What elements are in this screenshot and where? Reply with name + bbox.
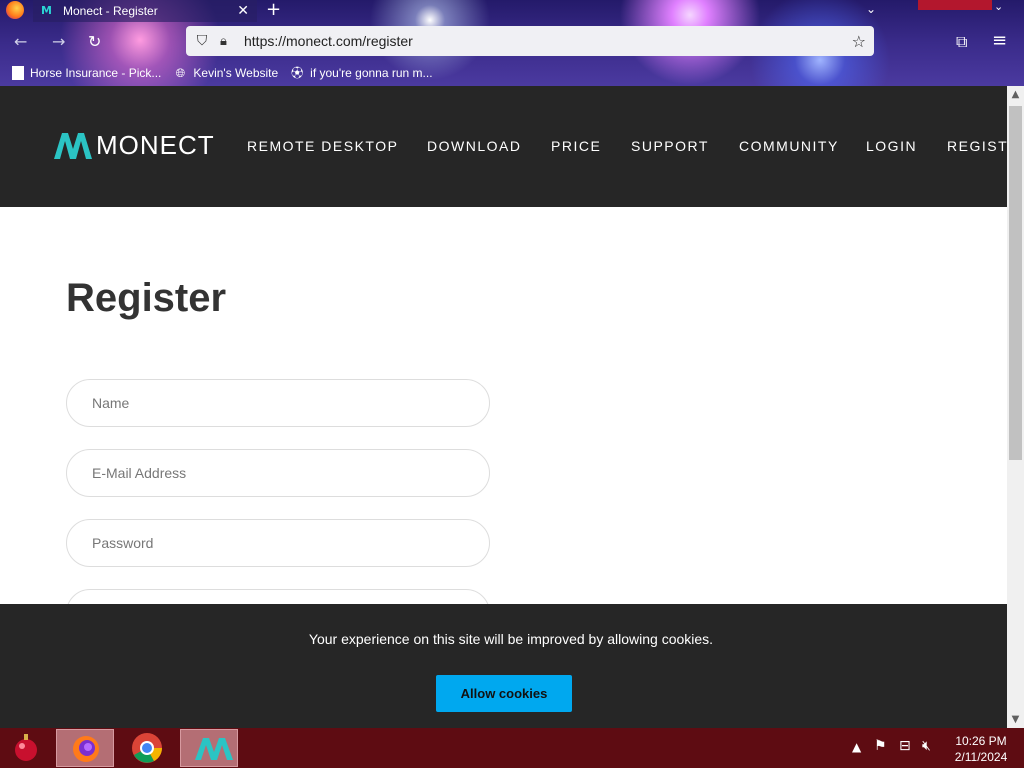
email-field[interactable]	[66, 449, 490, 497]
network-icon[interactable]: ⊟	[899, 738, 911, 754]
page-icon	[12, 66, 24, 80]
site-header: MONECT REMOTE DESKTOP DOWNLOAD PRICE SUP…	[0, 86, 1007, 207]
taskbar: ▲ ⚑ ⊟ 🔇︎ 10:26 PM 2/11/2024	[0, 728, 1024, 768]
tab-title: Monect - Register	[63, 4, 158, 18]
nav-download[interactable]: DOWNLOAD	[427, 138, 521, 154]
close-icon[interactable]: ✕	[237, 3, 249, 19]
bookmark-gonna-run[interactable]: ⚽︎ if you're gonna run m...	[290, 66, 432, 80]
password-field[interactable]	[66, 519, 490, 567]
taskbar-firefox[interactable]	[56, 729, 114, 767]
address-bar[interactable]: ⛉ 🔒︎ https://monect.com/register ☆	[186, 26, 874, 56]
shield-icon[interactable]: ⛉	[194, 33, 210, 49]
window-close-area[interactable]	[918, 0, 992, 10]
tray-expand-arrow-icon[interactable]: ▲	[852, 740, 861, 754]
bookmarks-bar: Horse Insurance - Pick... 🌐︎ Kevin's Web…	[0, 62, 1024, 84]
window-menu-icon[interactable]: ⌄	[994, 0, 1003, 13]
monect-logo-icon	[54, 132, 92, 159]
firefox-logo-icon	[6, 1, 24, 19]
monect-favicon-icon: M	[41, 4, 52, 17]
nav-support[interactable]: SUPPORT	[631, 138, 709, 154]
taskbar-chrome[interactable]	[118, 729, 176, 767]
cookie-message: Your experience on this site will be imp…	[308, 631, 714, 647]
logo-text: MONECT	[96, 130, 215, 160]
chevron-down-icon[interactable]: ⌄	[866, 2, 876, 16]
chrome-icon	[132, 733, 162, 763]
navigation-toolbar: ← → ↻ ⛉ 🔒︎ https://monect.com/register ☆…	[0, 26, 1024, 58]
clock-time: 10:26 PM	[955, 734, 1007, 748]
name-field[interactable]	[66, 379, 490, 427]
monect-app-icon	[195, 738, 233, 760]
hamburger-menu-icon[interactable]: ≡	[992, 30, 1007, 51]
bookmark-label: Kevin's Website	[193, 66, 279, 80]
tab-strip: M Monect - Register ✕ + ⌄ ⌄	[0, 0, 1024, 24]
start-button-icon[interactable]	[10, 732, 42, 764]
nav-login[interactable]: LOGIN	[866, 138, 917, 154]
page-title: Register	[66, 276, 227, 320]
new-tab-button[interactable]: +	[266, 0, 281, 20]
scroll-up-arrow-icon[interactable]: ▲	[1007, 86, 1024, 103]
lock-icon[interactable]: 🔒︎	[220, 34, 234, 49]
forward-arrow-icon[interactable]: →	[52, 32, 65, 51]
cookie-banner: Your experience on this site will be imp…	[0, 604, 1007, 728]
allow-cookies-button[interactable]: Allow cookies	[436, 675, 572, 712]
bookmark-horse-insurance[interactable]: Horse Insurance - Pick...	[12, 66, 161, 80]
scrollbar-thumb[interactable]	[1009, 106, 1022, 460]
globe-icon: 🌐︎	[175, 66, 186, 80]
scroll-down-arrow-icon[interactable]: ▼	[1007, 711, 1024, 728]
reload-icon[interactable]: ↻	[88, 32, 101, 51]
star-icon[interactable]: ☆	[852, 32, 866, 51]
site-logo[interactable]: MONECT	[54, 130, 215, 161]
nav-price[interactable]: PRICE	[551, 138, 601, 154]
clock-date: 2/11/2024	[954, 750, 1008, 764]
nav-register[interactable]: REGIST	[947, 138, 1007, 154]
firefox-icon	[73, 736, 99, 762]
extensions-icon[interactable]: ⧉	[956, 32, 967, 52]
speaker-muted-icon[interactable]: 🔇︎	[922, 738, 931, 754]
url-text[interactable]: https://monect.com/register	[244, 33, 852, 49]
system-clock[interactable]: 10:26 PM 2/11/2024	[948, 733, 1014, 765]
soccer-ball-icon: ⚽︎	[291, 66, 304, 80]
bookmark-kevins-website[interactable]: 🌐︎ Kevin's Website	[173, 66, 279, 80]
flag-icon[interactable]: ⚑	[874, 738, 887, 754]
bookmark-label: if you're gonna run m...	[310, 66, 433, 80]
nav-remote-desktop[interactable]: REMOTE DESKTOP	[247, 138, 398, 154]
bookmark-label: Horse Insurance - Pick...	[30, 66, 162, 80]
browser-chrome: M Monect - Register ✕ + ⌄ ⌄ ← → ↻ ⛉ 🔒︎ h…	[0, 0, 1024, 86]
tab-active[interactable]: M Monect - Register ✕	[33, 0, 257, 22]
taskbar-monect[interactable]	[180, 729, 238, 767]
nav-community[interactable]: COMMUNITY	[739, 138, 839, 154]
back-arrow-icon[interactable]: ←	[14, 32, 27, 51]
